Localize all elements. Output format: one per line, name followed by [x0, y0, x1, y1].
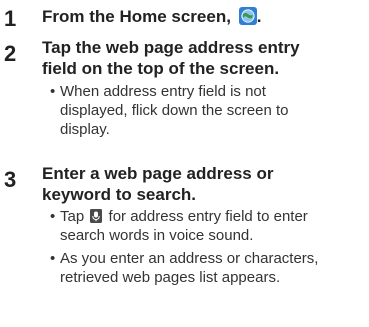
note-line: When address entry field is not	[60, 83, 266, 100]
note-line: search words in voice sound.	[60, 227, 254, 244]
note-text: Tap	[60, 208, 85, 225]
bullet: •	[50, 83, 56, 100]
browser-globe-icon	[238, 7, 257, 25]
step-title-line: keyword to search.	[42, 185, 197, 204]
step-title-line: Enter a web page address or	[42, 164, 274, 183]
bullet: •	[50, 208, 56, 225]
note-item: • Tap for address entry field to enter s…	[50, 207, 365, 245]
note-line: Tap for address entry field to enter	[60, 207, 365, 226]
note-line: display.	[60, 121, 110, 138]
step-title: Enter a web page address or keyword to s…	[42, 163, 362, 205]
note-line: retrieved web pages list appears.	[60, 269, 281, 286]
note-item: • When address entry field is not displa…	[50, 82, 365, 139]
microphone-icon	[90, 209, 103, 223]
step-title: Tap the web page address entry field on …	[42, 37, 362, 79]
step-title-end: .	[256, 7, 262, 26]
instruction-page: 1 From the Home screen, . 2 Tap the web …	[0, 0, 369, 327]
step-number: 2	[4, 41, 17, 66]
note-line: displayed, flick down the screen to	[60, 102, 289, 119]
step-notes: • When address entry field is not displa…	[50, 82, 365, 143]
step-number: 3	[4, 167, 17, 192]
step-title-line: Tap the web page address entry	[42, 38, 300, 57]
step-title-line: field on the top of the screen.	[42, 59, 280, 78]
note-text: for address entry field to enter	[108, 208, 308, 225]
note-item: • As you enter an address or characters,…	[50, 249, 365, 287]
step-title: From the Home screen, .	[42, 6, 362, 27]
step-number: 1	[4, 6, 17, 31]
bullet: •	[50, 250, 56, 267]
step-notes: • Tap for address entry field to enter s…	[50, 207, 365, 291]
step-title-text: From the Home screen,	[42, 7, 231, 26]
note-line: As you enter an address or characters,	[60, 250, 319, 267]
